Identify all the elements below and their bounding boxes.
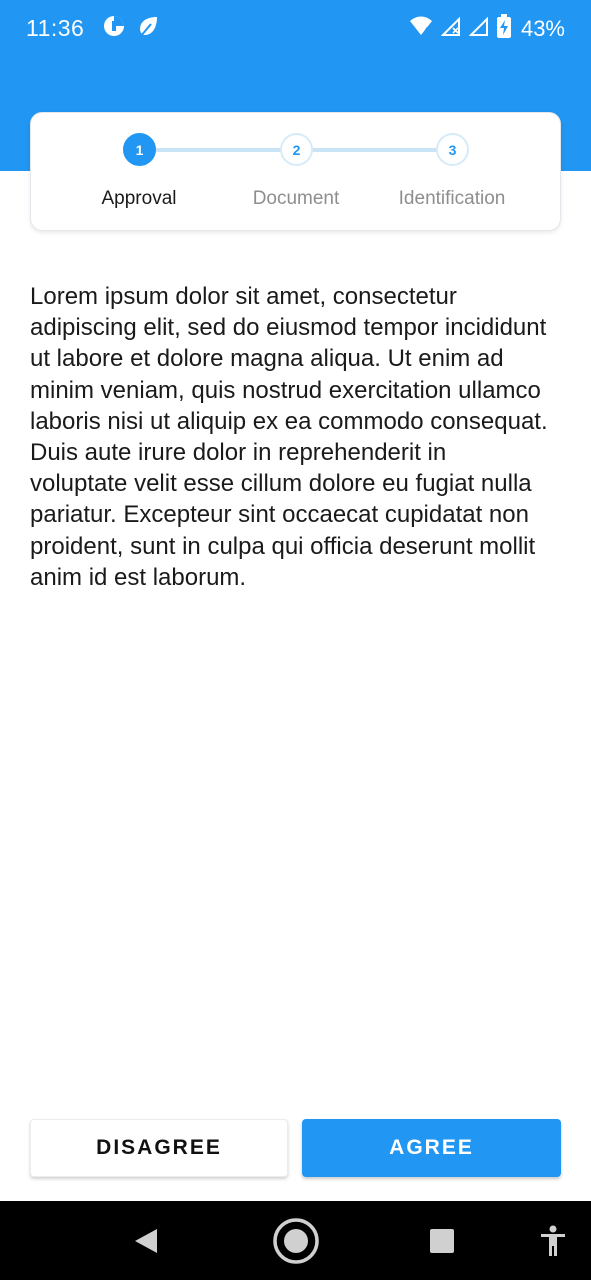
step-2-number: 2 (292, 141, 301, 158)
status-time: 11:36 (26, 15, 85, 41)
step-connector (155, 148, 281, 152)
svg-text:4: 4 (424, 26, 429, 35)
recents-icon[interactable] (416, 1201, 468, 1280)
system-nav-bar (0, 1201, 591, 1280)
leaf-icon (136, 14, 160, 43)
step-3-label: Identification (398, 188, 506, 209)
agreement-text: Lorem ipsum dolor sit amet, consectetur … (30, 283, 548, 591)
signal-icon (440, 16, 461, 41)
disagree-button[interactable]: DISAGREE (30, 1119, 288, 1177)
step-1-number: 1 (135, 141, 144, 158)
step-connector (312, 148, 438, 152)
battery-percentage: 43% (520, 15, 565, 41)
step-2-label: Document (252, 188, 340, 209)
home-icon[interactable] (268, 1201, 324, 1280)
battery-charging-icon (496, 14, 511, 43)
step-3-number: 3 (448, 141, 457, 158)
data-saver-icon (102, 14, 126, 43)
status-system-icons: 4 43% (409, 14, 565, 43)
step-1-label: Approval (101, 188, 177, 209)
signal-icon (468, 16, 489, 41)
back-icon[interactable] (120, 1201, 172, 1280)
step-3-indicator[interactable]: 3 (436, 133, 469, 166)
step-2-indicator[interactable]: 2 (280, 133, 313, 166)
agree-button[interactable]: AGREE (302, 1119, 561, 1177)
accessibility-icon[interactable] (528, 1201, 578, 1280)
status-bar: 11:36 4 43% (0, 0, 591, 57)
status-notification-icons (102, 14, 160, 43)
step-1-indicator[interactable]: 1 (123, 133, 156, 166)
wifi-icon: 4 (409, 15, 433, 42)
stepper-card: 1 2 3 Approval Document Identification (30, 112, 561, 231)
